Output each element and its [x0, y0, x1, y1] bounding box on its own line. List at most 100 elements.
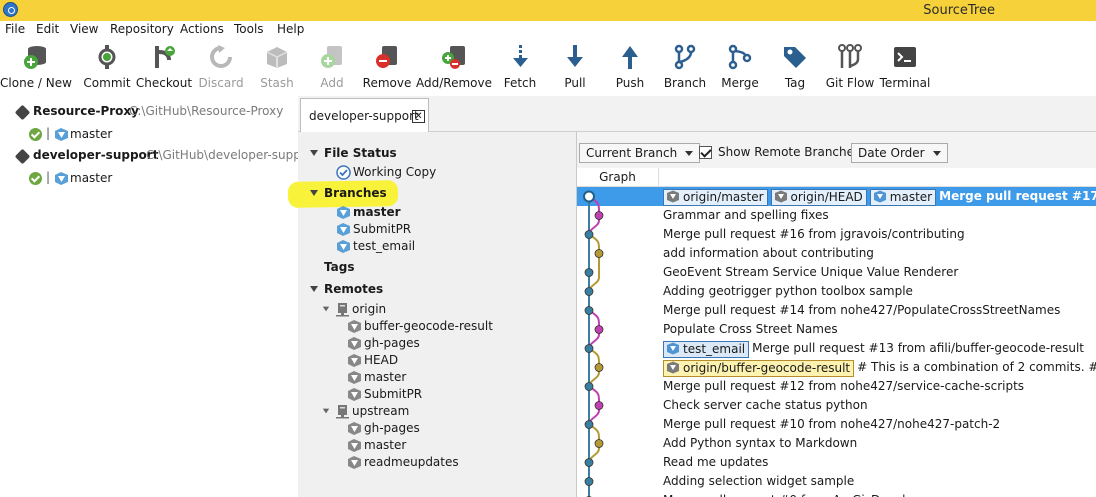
commit-message-cell: add information about contributing	[663, 246, 874, 260]
repo-entry-resource-proxy[interactable]: Resource-Proxy C:\GitHub\Resource-Proxy …	[0, 102, 298, 144]
graph-node	[594, 249, 604, 258]
repo-entry-developer-support[interactable]: developer-support C:\GitHub\developer-su…	[0, 146, 298, 188]
remove-button[interactable]: Remove	[362, 38, 412, 94]
commit-message-cell: origin/buffer-geocode-result # This is a …	[663, 360, 1096, 377]
git-flow-button[interactable]: Git Flow	[826, 38, 874, 94]
window-title: SourceTree	[923, 3, 995, 18]
menu-file[interactable]: File	[5, 22, 25, 36]
commit-button[interactable]: Commit	[82, 38, 132, 94]
working-copy-icon	[336, 165, 351, 180]
remote-branch-icon	[348, 320, 361, 333]
ref-label[interactable]: origin/HEAD	[770, 189, 867, 206]
discard-button[interactable]: Discard	[196, 38, 246, 94]
add-remove-icon	[442, 46, 465, 69]
graph-column-header[interactable]: Graph	[577, 168, 659, 187]
menu-tools[interactable]: Tools	[234, 22, 264, 36]
working-copy-label: Working Copy	[353, 165, 437, 179]
remote-branch-label: buffer-geocode-result	[364, 319, 493, 333]
graph-node	[584, 382, 594, 391]
remote-branch-submitpr[interactable]: SubmitPR	[347, 387, 422, 404]
remote-branch-gh-pages[interactable]: gh-pages	[347, 336, 420, 353]
remote-branch-icon	[348, 422, 361, 435]
upstream-branch-readmeupdates[interactable]: readmeupdates	[347, 455, 459, 472]
remote-branch-head[interactable]: HEAD	[347, 353, 398, 370]
tree-branches[interactable]: Branches	[310, 186, 387, 203]
ref-label[interactable]: origin/master	[663, 189, 768, 206]
branch-item-test-email[interactable]: test_email	[336, 239, 415, 256]
commit-message: Merge pull request #14 from nohe427/Popu…	[663, 303, 1061, 317]
show-remote-branches-label[interactable]: Show Remote Branches	[718, 145, 860, 159]
remote-branch-icon	[348, 371, 361, 384]
pull-button[interactable]: Pull	[552, 38, 598, 94]
show-remote-branches-checkbox[interactable]	[699, 146, 712, 159]
menu-help[interactable]: Help	[277, 22, 304, 36]
terminal-button[interactable]: Terminal	[880, 38, 930, 94]
remote-origin[interactable]: origin	[322, 302, 386, 319]
branch-filter-dropdown[interactable]: Current Branch	[579, 143, 701, 163]
clone-new-button[interactable]: Clone / New	[0, 38, 72, 94]
remote-label: origin	[352, 302, 387, 316]
terminal-label: Terminal	[879, 76, 931, 90]
tab-developer-support[interactable]: developer-support ✕	[300, 98, 429, 133]
menu-repository[interactable]: Repository	[110, 22, 174, 36]
menu-edit[interactable]: Edit	[36, 22, 59, 36]
merge-button[interactable]: Merge	[717, 38, 763, 94]
ref-label[interactable]: master	[869, 189, 937, 206]
menu-view[interactable]: View	[70, 22, 98, 36]
graph-node	[594, 401, 604, 410]
checkout-button[interactable]: Checkout	[136, 38, 192, 94]
remote-branch-icon	[348, 456, 361, 469]
repo-branch: master	[70, 127, 113, 141]
server-icon	[336, 405, 349, 419]
ref-name: origin/HEAD	[790, 190, 863, 204]
add-remove-button[interactable]: Add/Remove	[416, 38, 492, 94]
collapse-arrow-icon[interactable]	[310, 286, 318, 292]
fetch-icon	[513, 45, 528, 67]
tree-file-status[interactable]: File Status	[310, 146, 397, 163]
collapse-arrow-icon[interactable]	[310, 150, 318, 156]
remote-upstream[interactable]: upstream	[322, 404, 409, 421]
upstream-branch-gh-pages[interactable]: gh-pages	[347, 421, 420, 438]
remote-branch-master[interactable]: master	[347, 370, 406, 387]
collapse-arrow-icon[interactable]	[322, 408, 330, 414]
menu-actions[interactable]: Actions	[180, 22, 224, 36]
ref-name: master	[889, 190, 933, 204]
graph-node	[594, 211, 604, 220]
collapse-arrow-icon[interactable]	[310, 190, 318, 196]
tree-working-copy[interactable]: Working Copy	[336, 165, 436, 182]
order-dropdown[interactable]: Date Order	[851, 143, 948, 163]
title-bar: SourceTree	[0, 0, 1096, 21]
commit-message-cell: Check server cache status python	[663, 398, 868, 412]
tree-remotes[interactable]: Remotes	[310, 282, 383, 299]
branch-item-submitpr[interactable]: SubmitPR	[336, 222, 411, 239]
branch-icon	[55, 128, 68, 141]
branch-label: SubmitPR	[353, 222, 412, 236]
ref-label[interactable]: test_email	[663, 341, 750, 358]
remote-branch-label: HEAD	[364, 353, 399, 367]
menu-bar: File Edit View Repository Actions Tools …	[0, 21, 1096, 38]
remote-branch-buffer-geocode-result[interactable]: buffer-geocode-result	[347, 319, 493, 336]
repo-icon	[14, 104, 31, 121]
commit-message: add information about contributing	[663, 246, 874, 260]
ref-label[interactable]: origin/buffer-geocode-result	[663, 360, 855, 377]
fetch-button[interactable]: Fetch	[497, 38, 543, 94]
branch-icon	[337, 240, 350, 253]
repo-name: Resource-Proxy	[33, 104, 139, 118]
collapse-arrow-icon[interactable]	[322, 306, 330, 312]
branch-button[interactable]: Branch	[662, 38, 708, 94]
tag-button[interactable]: Tag	[772, 38, 818, 94]
remote-branch-icon	[348, 439, 361, 452]
tree-tags[interactable]: Tags	[324, 260, 354, 277]
repo-branch: master	[70, 171, 113, 185]
graph-node	[584, 230, 594, 239]
branch-item-master[interactable]: master	[336, 205, 401, 222]
commit-message: # This is a combination of 2 commits. # …	[857, 360, 1096, 374]
close-tab-icon[interactable]: ✕	[412, 110, 425, 123]
ref-name: origin/master	[683, 190, 764, 204]
commit-message: Merge pull request #12 from nohe427/serv…	[663, 379, 1025, 393]
upstream-branch-master[interactable]: master	[347, 438, 406, 455]
push-button[interactable]: Push	[607, 38, 653, 94]
add-remove-label: Add/Remove	[416, 76, 492, 90]
section-file-status-label: File Status	[324, 146, 397, 160]
remote-branch-label: master	[364, 438, 407, 452]
